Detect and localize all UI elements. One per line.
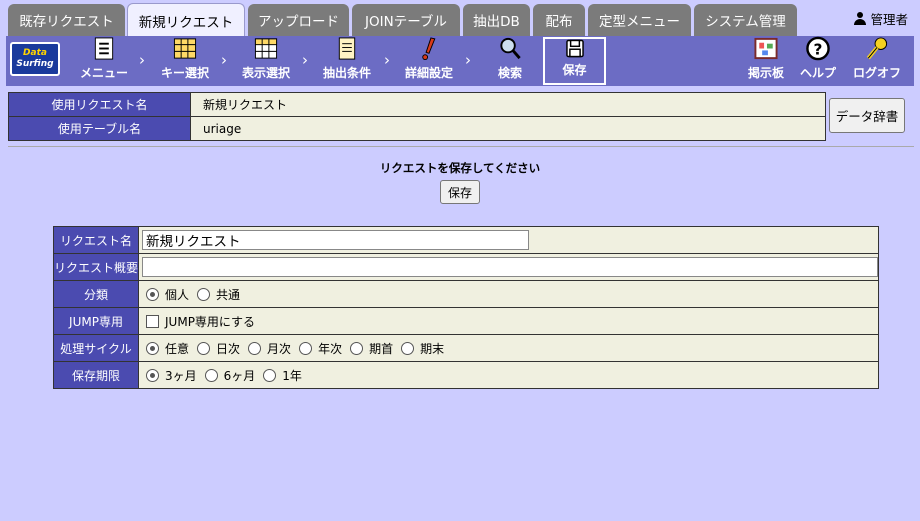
search-icon — [500, 37, 521, 60]
request-summary-label: リクエスト概要 — [52, 253, 140, 281]
search-button[interactable]: 検索 — [481, 36, 539, 86]
processing-cycle-label: 処理サイクル — [52, 334, 140, 362]
tab-extract-db[interactable]: 抽出DB — [463, 4, 530, 36]
jump-checkbox-label: JUMP専用にする — [165, 314, 256, 329]
request-name-value: 新規リクエスト — [190, 92, 826, 117]
save-button[interactable]: 保存 — [440, 180, 480, 204]
arrow-icon: › — [302, 51, 308, 69]
data-surfing-logo: Data Surfing — [10, 42, 60, 76]
request-form: リクエスト名 新規リクエスト リクエスト概要 分類 個人 共通 JUMP専用 J… — [52, 226, 880, 389]
key-select-label: キー選択 — [160, 66, 209, 80]
search-label: 検索 — [497, 66, 522, 80]
cycle-radio-daily[interactable] — [197, 341, 211, 355]
logoff-label: ログオフ — [852, 66, 901, 80]
cycle-radio-period-end[interactable] — [401, 341, 415, 355]
save-toolbar-button[interactable]: 保存 — [543, 37, 606, 85]
extract-condition-button[interactable]: 抽出条件 — [316, 36, 378, 86]
tab-upload[interactable]: アップロード — [248, 4, 349, 36]
arrow-icon: › — [465, 51, 471, 69]
floppy-disk-icon — [565, 39, 584, 58]
cycle-radio-yearly[interactable] — [299, 341, 313, 355]
cycle-option-label: 日次 — [216, 341, 241, 356]
retention-options: 3ヶ月 6ヶ月 1年 — [142, 367, 878, 384]
grid-icon — [173, 38, 197, 59]
exclamation-icon — [422, 37, 436, 61]
info-table: 使用リクエスト名 新規リクエスト 使用テーブル名 uriage — [8, 92, 826, 141]
cycle-radio-monthly[interactable] — [248, 341, 262, 355]
request-summary-input[interactable] — [142, 257, 879, 277]
request-name-input[interactable]: 新規リクエスト — [142, 230, 530, 250]
save-toolbar-label: 保存 — [562, 63, 587, 77]
tab-distribution[interactable]: 配布 — [533, 4, 585, 36]
table-icon — [254, 38, 278, 59]
category-option-label: 個人 — [165, 287, 190, 302]
divider — [8, 146, 914, 147]
key-icon — [866, 37, 888, 60]
cycle-option-label: 期末 — [420, 341, 445, 356]
jump-only-checkbox[interactable] — [146, 314, 160, 328]
retention-radio-3m[interactable] — [146, 368, 160, 382]
arrow-icon: › — [139, 51, 145, 69]
cycle-radio-any[interactable] — [146, 341, 160, 355]
bulletin-board-icon — [754, 37, 778, 60]
detail-settings-label: 詳細設定 — [404, 66, 453, 80]
retention-option-label: 1年 — [282, 368, 302, 383]
svg-text:?: ? — [814, 40, 823, 58]
cycle-option-label: 年次 — [318, 341, 343, 356]
menu-label: メニュー — [79, 66, 128, 80]
tab-bar: 既存リクエスト 新規リクエスト アップロード JOINテーブル 抽出DB 配布 … — [0, 0, 920, 37]
display-select-label: 表示選択 — [241, 66, 290, 80]
display-select-button[interactable]: 表示選択 — [235, 36, 297, 86]
help-icon: ? — [806, 36, 830, 61]
category-options: 個人 共通 — [142, 286, 878, 303]
menu-button[interactable]: メニュー — [76, 36, 132, 86]
user-info[interactable]: 管理者 — [854, 9, 908, 28]
tab-new-request[interactable]: 新規リクエスト — [127, 3, 245, 37]
cycle-radio-period-start[interactable] — [350, 341, 364, 355]
help-label: ヘルプ — [799, 66, 836, 80]
cycle-option-label: 期首 — [369, 341, 394, 356]
retention-option-label: 3ヶ月 — [165, 368, 197, 383]
category-radio-personal[interactable] — [146, 287, 160, 301]
category-radio-shared[interactable] — [197, 287, 211, 301]
board-button[interactable]: 掲示板 — [742, 36, 790, 86]
help-button[interactable]: ? ヘルプ — [794, 36, 842, 86]
key-select-button[interactable]: キー選択 — [154, 36, 216, 86]
save-message: リクエストを保存してください — [379, 161, 541, 175]
user-name: 管理者 — [870, 12, 908, 27]
category-option-label: 共通 — [216, 287, 241, 302]
jump-options: JUMP専用にする — [142, 313, 878, 330]
detail-settings-button[interactable]: 詳細設定 — [398, 36, 460, 86]
logoff-button[interactable]: ログオフ — [846, 36, 908, 86]
request-name-field-label: リクエスト名 — [52, 226, 140, 254]
document-icon — [338, 37, 356, 60]
retention-radio-6m[interactable] — [204, 368, 218, 382]
request-name-label: 使用リクエスト名 — [8, 92, 191, 117]
board-label: 掲示板 — [747, 66, 784, 80]
menu-icon — [94, 37, 114, 60]
tab-existing-request[interactable]: 既存リクエスト — [8, 4, 125, 36]
cycle-option-label: 任意 — [165, 341, 190, 356]
user-icon — [854, 12, 867, 25]
retention-label: 保存期限 — [52, 361, 140, 389]
cycle-options: 任意 日次 月次 年次 期首 期末 — [142, 340, 878, 357]
data-dictionary-button[interactable]: データ辞書 — [829, 98, 905, 133]
cycle-option-label: 月次 — [267, 341, 292, 356]
arrow-icon: › — [384, 51, 390, 69]
tab-fixed-menu[interactable]: 定型メニュー — [588, 4, 691, 36]
table-name-label: 使用テーブル名 — [8, 116, 191, 141]
jump-label: JUMP専用 — [52, 307, 140, 335]
table-name-value: uriage — [190, 116, 826, 141]
tab-system-admin[interactable]: システム管理 — [694, 4, 797, 36]
tab-join-table[interactable]: JOINテーブル — [352, 4, 460, 36]
retention-radio-1y[interactable] — [263, 368, 277, 382]
toolbar: Data Surfing メニュー › キー選択 › 表示選択 › 抽出条件 › … — [6, 36, 914, 86]
category-label: 分類 — [52, 280, 140, 308]
arrow-icon: › — [221, 51, 227, 69]
extract-condition-label: 抽出条件 — [322, 66, 371, 80]
retention-option-label: 6ヶ月 — [223, 368, 256, 383]
